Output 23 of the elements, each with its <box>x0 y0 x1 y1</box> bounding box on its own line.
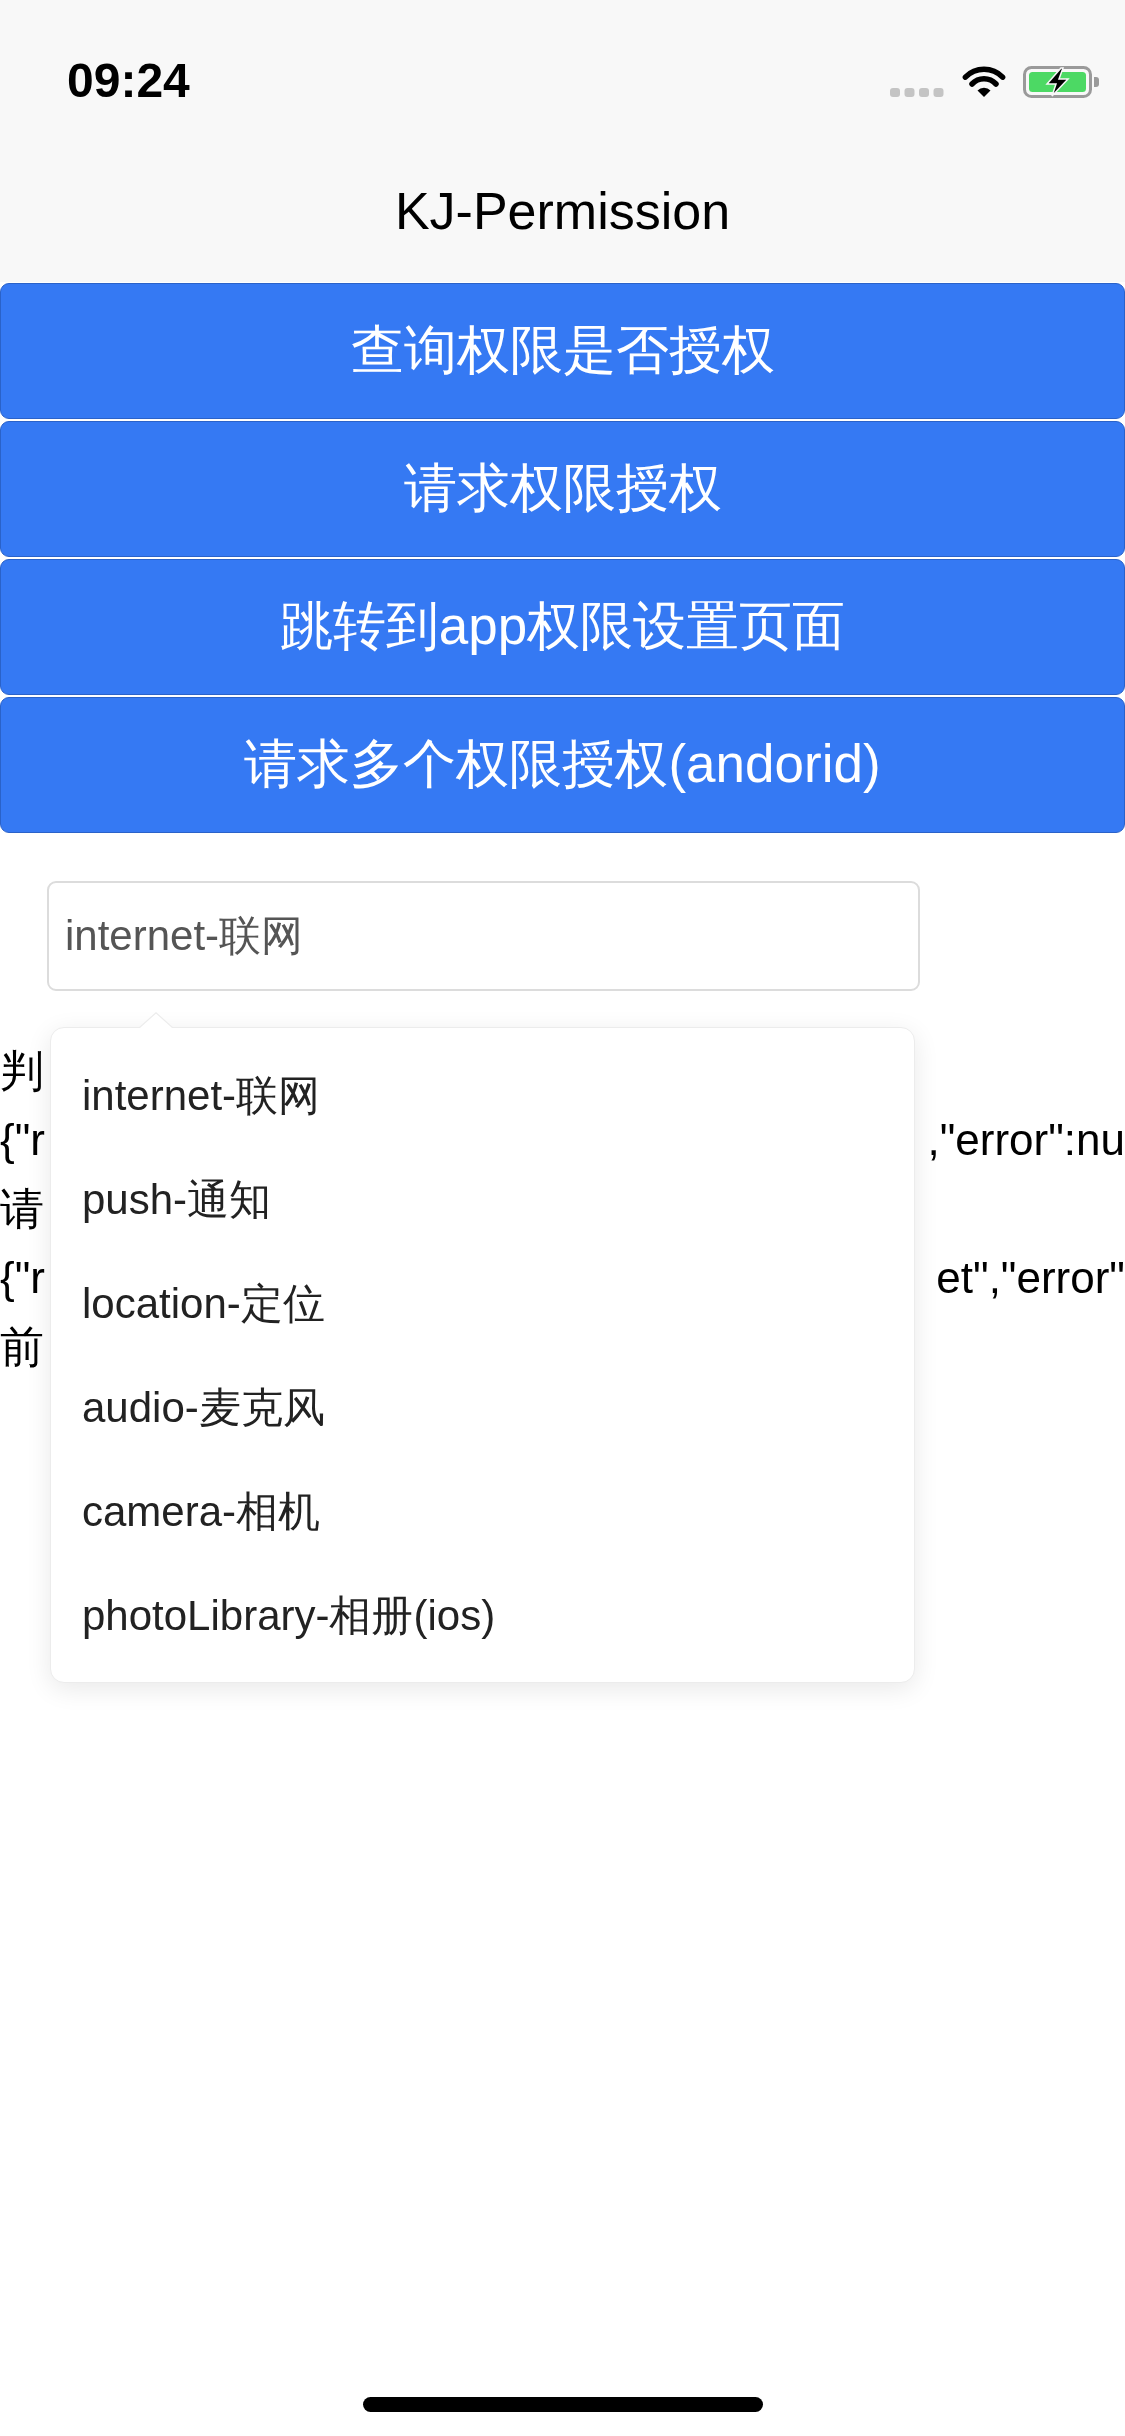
action-button[interactable]: 请求多个权限授权(andorid) <box>0 697 1125 833</box>
dropdown-option[interactable]: location-定位 <box>51 1252 914 1356</box>
dropdown-option[interactable]: push-通知 <box>51 1148 914 1252</box>
signal-dots-icon <box>890 87 944 97</box>
wifi-icon <box>962 66 1006 98</box>
output-text: 请 <box>0 1183 44 1236</box>
output-text: 前 <box>0 1321 44 1374</box>
dropdown-option[interactable]: audio-麦克风 <box>51 1356 914 1460</box>
output-text: 判 <box>0 1045 44 1098</box>
output-text: {"r <box>0 1114 45 1167</box>
action-button[interactable]: 请求权限授权 <box>0 421 1125 557</box>
output-text: {"r <box>0 1252 45 1305</box>
dropdown-option[interactable]: camera-相机 <box>51 1460 914 1564</box>
output-text: ,"error":nu <box>927 1114 1125 1167</box>
battery-charging-icon <box>1023 66 1099 98</box>
output-text: et","error" <box>936 1252 1125 1305</box>
status-time: 09:24 <box>67 57 190 105</box>
dropdown-option[interactable]: internet-联网 <box>51 1044 914 1148</box>
dropdown-option[interactable]: photoLibrary-相册(ios) <box>51 1564 914 1668</box>
action-button[interactable]: 跳转到app权限设置页面 <box>0 559 1125 695</box>
permission-select-field[interactable]: internet-联网 <box>47 881 920 991</box>
page-title: KJ-Permission <box>394 180 731 242</box>
action-button[interactable]: 查询权限是否授权 <box>0 283 1125 419</box>
